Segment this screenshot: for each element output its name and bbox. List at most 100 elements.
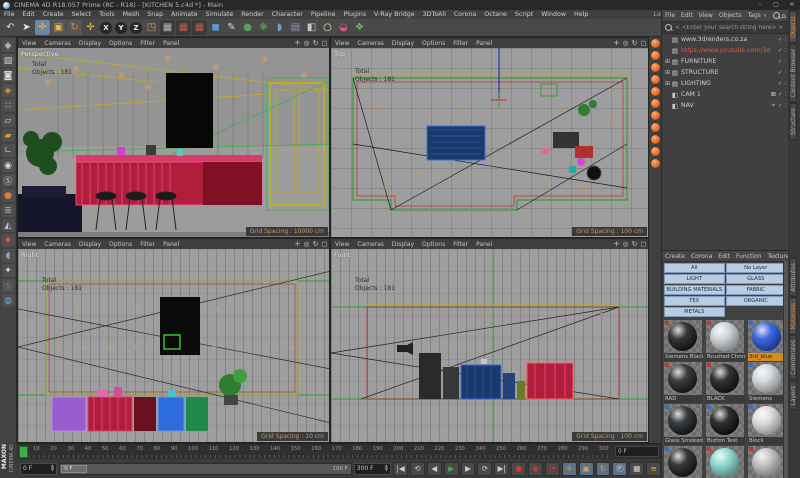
render-toggle-icon[interactable]: ✓ [778,59,783,65]
visibility-dots-icon[interactable]: ∶ [784,102,786,109]
record-options-button[interactable]: ◔ [545,462,560,476]
viewport-menu-item[interactable]: Cameras [353,241,388,248]
expander-icon[interactable]: ⊞ [664,80,671,87]
render-toggle-icon[interactable]: ✓ [778,48,783,54]
material-item[interactable]: Button Test [706,404,746,445]
material-thumbnail[interactable] [748,404,786,437]
menu-item[interactable]: Tools [95,11,119,18]
object-extra-icon[interactable]: ⊠ [771,91,777,98]
material-item[interactable]: Button Test 2 [664,446,704,478]
next-frame-button[interactable]: ▶ [461,462,476,476]
dock-tab[interactable]: Attributes [789,258,797,297]
dock-tab[interactable]: Coordinates [789,335,797,380]
object-label[interactable]: https://www.youtube.com/3drenders_ [681,47,771,54]
key-parameter-toggle[interactable]: Ⓟ [612,462,627,476]
environment-icon[interactable]: ◗ [272,20,287,35]
material-name[interactable]: Brushed Chrome [706,353,745,361]
render-toggle-icon[interactable]: ✓ [778,70,783,76]
volume-icon[interactable]: ❖ [352,20,367,35]
prev-frame-button[interactable]: ◀ [427,462,442,476]
key-pla-toggle[interactable]: ▦ [629,462,644,476]
last-tool-icon[interactable]: ✛ [83,20,98,35]
material-thumbnail[interactable] [748,446,786,478]
snap-settings-icon[interactable]: Ⓢ [2,174,15,187]
visibility-dots-icon[interactable]: ∶ [784,58,786,65]
pan-view-icon[interactable]: ✛ [293,39,302,47]
mat-menu-item[interactable]: Create [662,253,688,260]
object-label[interactable]: www.3drenders.co.za [681,36,771,43]
material-item[interactable]: RAD [664,362,704,403]
render-toggle-icon[interactable]: ✓ [778,92,783,98]
make-editable-icon[interactable]: ◆ [2,39,15,52]
material-thumbnail[interactable] [664,362,702,395]
viewport-menu-item[interactable]: Filter [449,241,472,248]
toggle-view-icon[interactable]: ▢ [639,39,648,47]
burn-icon[interactable]: ♦ [2,234,15,247]
light-icon[interactable]: ○ [320,20,335,35]
toggle-view-icon[interactable]: ▢ [320,240,329,248]
dock-tab[interactable]: Layers [789,381,797,410]
goto-start-button[interactable]: |◀ [393,462,408,476]
viewport-menu-item[interactable]: Panel [159,40,183,47]
viewport-menu-item[interactable]: Display [75,241,105,248]
dock-tab[interactable]: Content Browser [789,44,797,102]
pan-view-icon[interactable]: ✛ [612,240,621,248]
points-mode-icon[interactable]: ∷ [2,99,15,112]
material-item[interactable]: Siemens [748,362,788,403]
material-name[interactable]: Siemens Black [664,353,703,361]
layer-filter-button[interactable]: BUILDING MATERIALS [664,285,725,295]
maximize-button[interactable]: ▢ [768,0,784,10]
camera-icon[interactable]: ◧ [304,20,319,35]
menu-item[interactable]: Animate [167,11,201,18]
dock-tab[interactable]: Objects [789,11,797,43]
rotate-view-icon[interactable]: ↻ [630,240,639,248]
undo-icon[interactable]: ↶ [3,20,18,35]
object-tree-row[interactable]: ⊞ https://www.youtube.com/3drenders_ ✓ ∶ [662,45,788,56]
viewport-menu-item[interactable]: Options [105,40,136,47]
viewport-menu-item[interactable]: View [331,241,353,248]
plugin-palette-icon-1[interactable] [651,39,660,48]
material-thumbnail[interactable] [706,320,744,353]
move-icon[interactable]: ✛ [35,20,50,35]
layer-filter-button[interactable]: No Layer [726,263,787,273]
material-thumbnail[interactable] [706,404,744,437]
material-item[interactable]: Glass Smoked [664,404,704,445]
rotate-view-icon[interactable]: ↻ [311,39,320,47]
render-view-icon[interactable]: ▦ [160,20,175,35]
toggle-view-icon[interactable]: ▢ [639,240,648,248]
layer-filter-button[interactable]: All [664,263,725,273]
generators-icon[interactable]: ● [240,20,255,35]
viewport-menu-item[interactable]: Filter [136,241,159,248]
mat-menu-item[interactable]: Texture [764,253,788,260]
viewport-menu-item[interactable]: Cameras [40,40,75,47]
slider-grip[interactable]: 0 F [61,465,87,473]
menu-item[interactable]: Octane [480,11,511,18]
render-toggle-icon[interactable]: ✓ [778,103,783,109]
render-picture-viewer-icon[interactable]: ▦ [176,20,191,35]
mat-menu-item[interactable]: Corona [688,253,715,260]
zoom-view-icon[interactable]: ◎ [621,240,630,248]
expander-icon[interactable]: ⊞ [664,58,671,65]
object-tree-row[interactable]: ⊞ STRUCTURE ✓ ∶ [662,67,788,78]
z-axis-toggle[interactable]: Z [130,22,142,34]
object-tree-row[interactable]: ⊞ FURNITURE ✓ ∶ [662,56,788,67]
material-tool-icon[interactable]: ◒ [336,20,351,35]
viewport-menu-item[interactable]: Filter [449,40,472,47]
material-name[interactable]: RAD [664,395,703,403]
zoom-view-icon[interactable]: ◎ [302,39,311,47]
rotate-icon[interactable]: ↻ [67,20,82,35]
render-settings-icon[interactable]: ▦ [192,20,207,35]
object-label[interactable]: NAV [681,102,771,109]
play-button[interactable]: ▶ [444,462,459,476]
timeline-ruler[interactable]: 0 10 20 30 40 50 60 70 80 90 [19,445,609,459]
current-frame-field[interactable]: 0 F▲▼ [20,463,57,475]
menu-item[interactable]: Mesh [119,11,144,18]
zoom-view-icon[interactable]: ◎ [302,240,311,248]
visibility-dots-icon[interactable]: ∶ [784,91,786,98]
sketch-icon[interactable]: Ⓢ [2,279,15,292]
object-tree-row[interactable]: ⊞ CAM 1 ⊠ ✓ ∶ [662,89,788,100]
menu-item[interactable]: Plugins [339,11,370,18]
om-menu-item[interactable]: Tags [745,12,764,19]
material-thumbnail[interactable] [706,446,744,478]
menu-item[interactable]: Simulate [201,11,237,18]
